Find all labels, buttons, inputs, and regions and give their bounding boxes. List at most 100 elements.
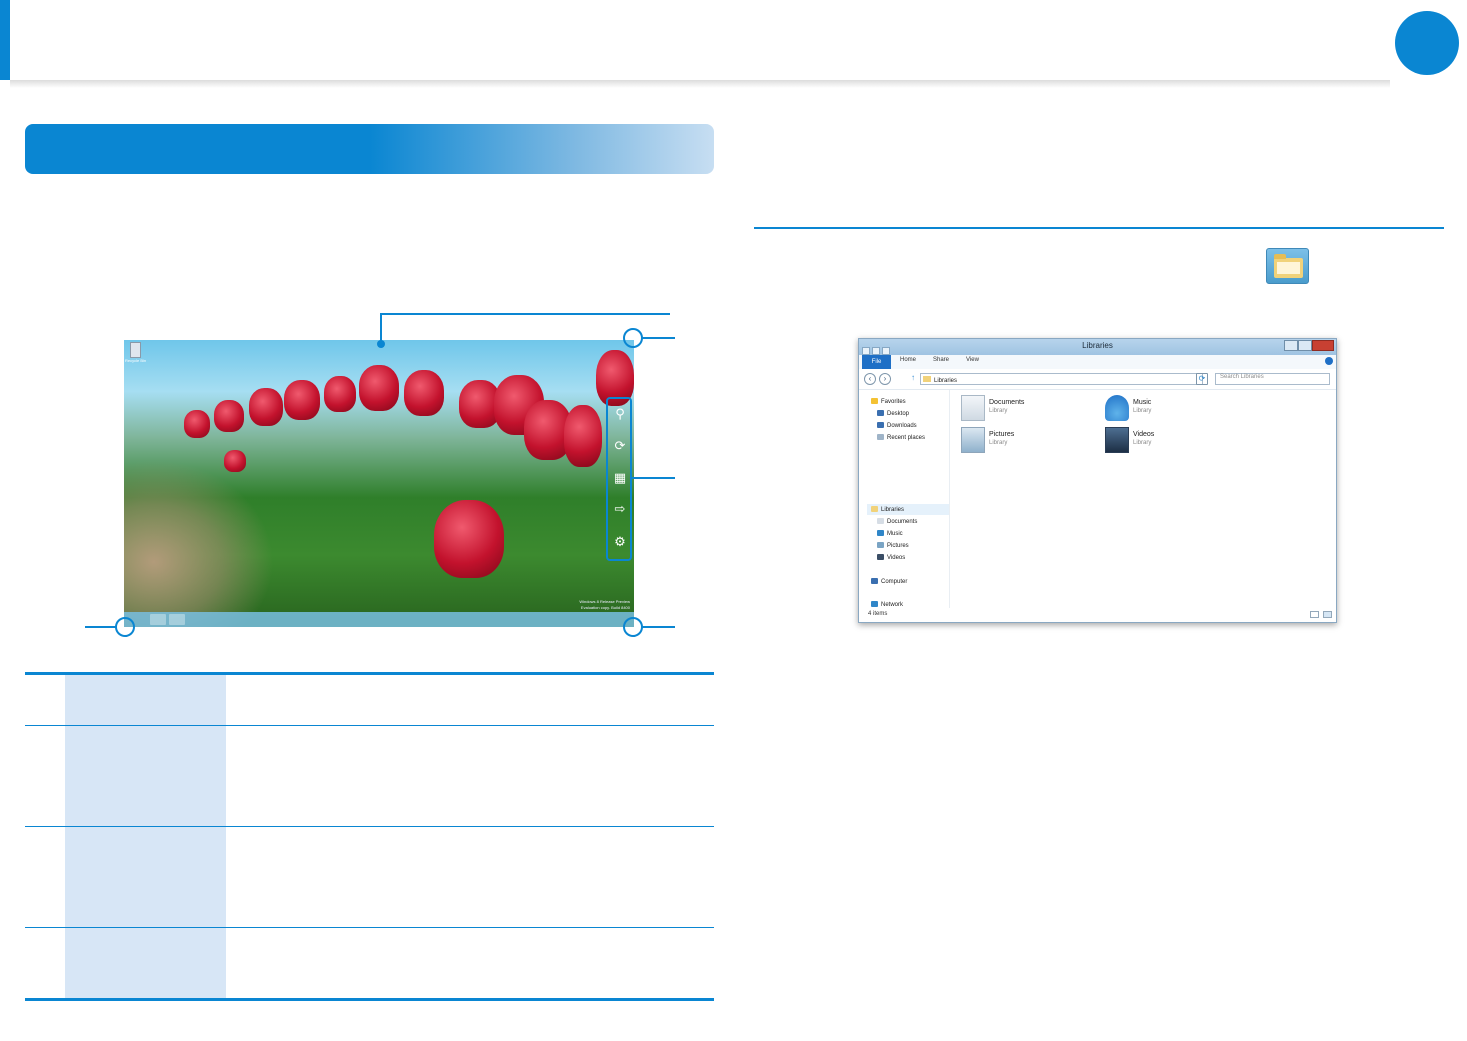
close-button[interactable] <box>1312 340 1334 351</box>
documents-library-icon <box>961 395 985 421</box>
large-icons-view-icon[interactable] <box>1323 611 1332 618</box>
desktop-icon <box>877 410 884 416</box>
pictures-library-icon <box>961 427 985 453</box>
subsection-rule <box>754 227 1444 229</box>
nav-item-favorites[interactable]: Favorites <box>871 398 906 405</box>
documents-icon <box>877 518 884 524</box>
tulip <box>224 450 246 472</box>
nav-item-music[interactable]: Music <box>877 530 903 537</box>
library-item-videos[interactable]: Videos Library <box>1105 427 1225 455</box>
network-icon <box>871 601 878 607</box>
callout-line-bottom-right <box>642 626 675 628</box>
tulip <box>434 500 504 578</box>
downloads-icon <box>877 422 884 428</box>
address-path: Libraries <box>934 378 958 384</box>
header-accent-bar <box>0 0 10 80</box>
table-row-divider <box>25 826 714 827</box>
taskbar-ie-button[interactable] <box>169 614 185 625</box>
desktop-screenshot: Recycle Bin Windows 8 Release Preview Ev… <box>124 340 634 627</box>
libraries-icon <box>871 506 878 512</box>
nav-item-pictures[interactable]: Pictures <box>877 542 909 549</box>
settings-charm-icon[interactable]: ⚙ <box>612 535 628 551</box>
tulip <box>564 405 602 467</box>
tab-file[interactable]: File <box>862 355 891 369</box>
tab-home[interactable]: Home <box>900 357 916 363</box>
music-icon <box>877 530 884 536</box>
callout-line-desktop-horizontal <box>380 313 670 315</box>
callout-circle-bottom-left <box>115 617 135 637</box>
search-placeholder: Search Libraries <box>1220 374 1264 380</box>
tulip <box>184 410 210 438</box>
forward-button[interactable]: › <box>879 373 891 385</box>
tab-share[interactable]: Share <box>933 357 949 363</box>
music-library-icon <box>1105 395 1129 421</box>
nav-item-videos[interactable]: Videos <box>877 554 905 561</box>
tab-view[interactable]: View <box>966 357 979 363</box>
taskbar <box>124 612 634 627</box>
desktop-watermark: Windows 8 Release Preview Evaluation cop… <box>579 599 630 611</box>
help-icon[interactable] <box>1325 357 1333 365</box>
window-titlebar: Libraries <box>859 339 1336 355</box>
nav-item-documents[interactable]: Documents <box>877 518 917 525</box>
tulip <box>359 365 399 411</box>
callout-dot-desktop <box>377 340 385 348</box>
tulip <box>404 370 444 416</box>
table-top-rule <box>25 672 714 675</box>
computer-icon <box>871 578 878 584</box>
ribbon-tabs: File Home Share View <box>859 355 1336 370</box>
table-row-divider <box>25 725 714 726</box>
window-title: Libraries <box>1082 341 1113 350</box>
nav-item-libraries[interactable]: Libraries <box>871 506 904 513</box>
details-view-icon[interactable] <box>1310 611 1319 618</box>
page-number-badge <box>1395 11 1459 75</box>
soil-path <box>124 460 274 627</box>
refresh-button[interactable]: ⟳ <box>1196 373 1208 385</box>
callout-line-desktop-vertical <box>380 313 382 343</box>
content-pane: Documents Library Music Library Pictures… <box>951 390 1335 608</box>
videos-library-icon <box>1105 427 1129 453</box>
file-explorer-window: Libraries File Home Share View ‹ › ↑ Lib… <box>858 338 1337 623</box>
maximize-button[interactable] <box>1298 340 1312 351</box>
taskbar-explorer-button[interactable] <box>150 614 166 625</box>
callout-circle-bottom-right <box>623 617 643 637</box>
address-field[interactable]: Libraries <box>920 373 1203 385</box>
pictures-icon <box>877 542 884 548</box>
start-charm-icon[interactable]: ▦ <box>612 471 628 487</box>
table-bottom-rule <box>25 998 714 1001</box>
tulip <box>284 380 320 420</box>
library-item-pictures[interactable]: Pictures Library <box>961 427 1081 455</box>
watermark-line-2: Evaluation copy. Build 8400 <box>580 605 630 610</box>
nav-item-computer[interactable]: Computer <box>871 578 907 585</box>
search-input[interactable]: Search Libraries <box>1215 373 1330 385</box>
callout-line-charms <box>632 477 675 479</box>
nav-item-recent-places[interactable]: Recent places <box>877 434 925 441</box>
recycle-bin-label: Recycle Bin <box>125 358 147 363</box>
recycle-bin-icon[interactable]: Recycle Bin <box>125 342 147 364</box>
back-button[interactable]: ‹ <box>864 373 876 385</box>
search-charm-icon[interactable]: ⚲ <box>612 407 628 423</box>
address-bar-row: ‹ › ↑ Libraries ⟳ Search Libraries <box>859 369 1336 390</box>
library-item-documents[interactable]: Documents Library <box>961 395 1081 423</box>
callout-line-bottom-left <box>85 626 116 628</box>
minimize-button[interactable] <box>1284 340 1298 351</box>
status-bar: 4 items <box>859 608 1336 622</box>
devices-charm-icon[interactable]: ⇨ <box>612 502 628 518</box>
item-count: 4 items <box>868 611 888 617</box>
callout-line-top-right <box>642 337 675 339</box>
table-row-divider <box>25 927 714 928</box>
nav-item-network[interactable]: Network <box>871 601 903 608</box>
videos-icon <box>877 554 884 560</box>
callout-circle-top-right <box>623 328 643 348</box>
section-heading-banner <box>25 124 714 174</box>
header-divider <box>10 80 1390 88</box>
share-charm-icon[interactable]: ⟳ <box>612 439 628 455</box>
star-icon <box>871 398 878 404</box>
navigation-pane: Favorites Desktop Downloads Recent place… <box>859 390 950 608</box>
nav-item-downloads[interactable]: Downloads <box>877 422 917 429</box>
nav-item-desktop[interactable]: Desktop <box>877 410 909 417</box>
tulip <box>249 388 283 426</box>
up-button[interactable]: ↑ <box>907 373 919 385</box>
library-item-music[interactable]: Music Library <box>1105 395 1225 423</box>
table-label-column <box>65 675 226 998</box>
recent-places-icon <box>877 434 884 440</box>
